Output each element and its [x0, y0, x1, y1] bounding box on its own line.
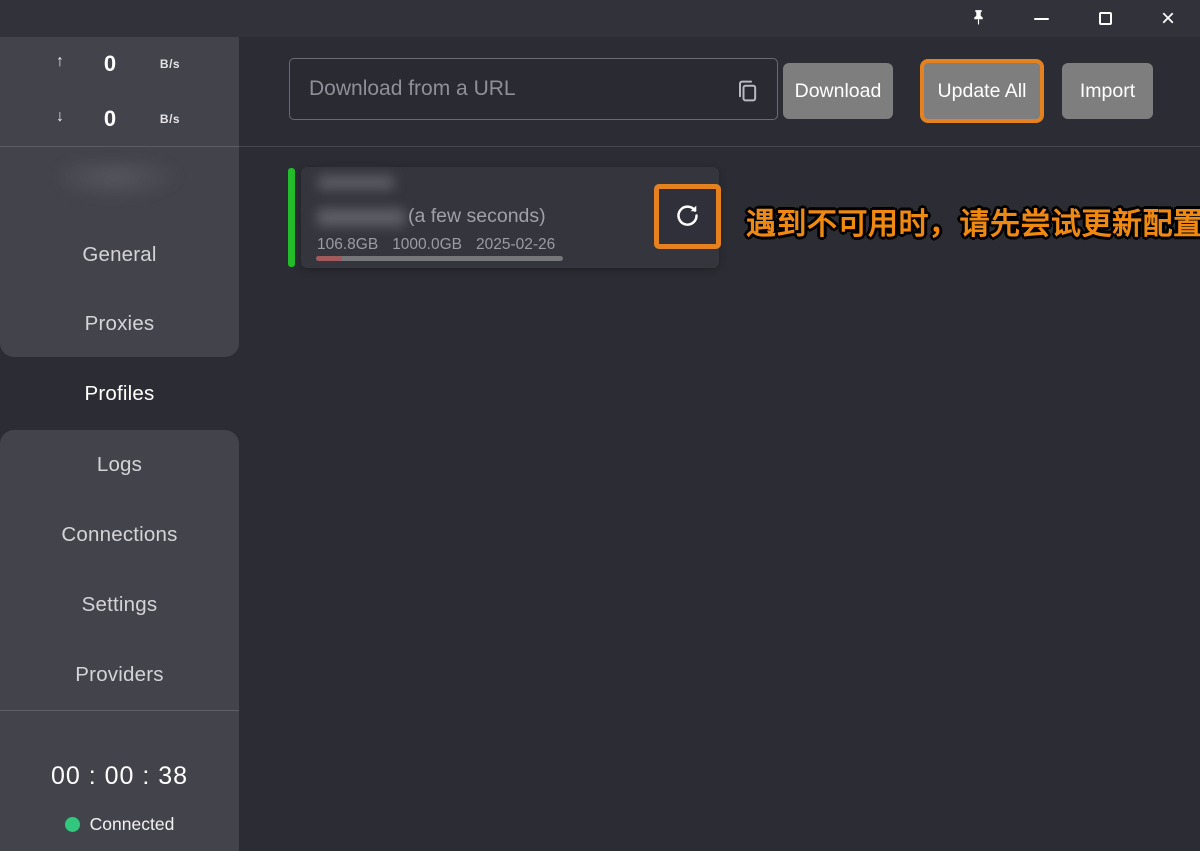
- uptime-timer: 00 : 00 : 38: [0, 762, 239, 791]
- profile-updated-text: (a few seconds): [408, 205, 546, 228]
- download-speed-value: 0: [86, 106, 134, 132]
- refresh-icon: [674, 202, 701, 232]
- sidebar-item-settings[interactable]: Settings: [0, 570, 239, 640]
- profile-progress-fill: [316, 256, 342, 261]
- minimize-icon: [1034, 18, 1049, 20]
- sidebar-item-proxies[interactable]: Proxies: [0, 289, 239, 359]
- sidebar-item-logs[interactable]: Logs: [0, 430, 239, 500]
- download-speed-unit: B/s: [148, 112, 192, 126]
- status-dot-icon: [65, 817, 80, 832]
- upload-speed-value: 0: [86, 51, 134, 77]
- upload-speed-unit: B/s: [148, 57, 192, 71]
- minimize-button[interactable]: [1019, 0, 1063, 37]
- profile-update-button[interactable]: [654, 184, 721, 249]
- sidebar-item-label: Providers: [75, 663, 163, 687]
- titlebar: ×: [0, 0, 1200, 37]
- sidebar-item-general[interactable]: General: [0, 220, 239, 290]
- sidebar-item-label: Profiles: [85, 382, 155, 406]
- url-input[interactable]: [289, 58, 778, 120]
- redacted-profile-subtitle: [317, 209, 405, 226]
- sidebar-item-providers[interactable]: Providers: [0, 640, 239, 710]
- profile-stats-row: 106.8GB 1000.0GB 2025-02-26: [317, 236, 555, 254]
- paste-from-clipboard-button[interactable]: [733, 77, 761, 105]
- pushpin-icon: [970, 8, 987, 30]
- profile-progress-track: [316, 256, 563, 261]
- maximize-button[interactable]: [1083, 0, 1127, 37]
- sidebar-item-label: Logs: [97, 453, 142, 477]
- update-all-button[interactable]: Update All: [920, 59, 1044, 123]
- header-divider: [0, 146, 1200, 147]
- sidebar-footer-divider: [0, 710, 239, 711]
- download-button[interactable]: Download: [783, 63, 893, 119]
- upload-speed-row: ↑ 0 B/s: [0, 51, 239, 77]
- profile-expire-date: 2025-02-26: [476, 236, 555, 254]
- copy-icon: [733, 92, 761, 109]
- import-button[interactable]: Import: [1062, 63, 1153, 119]
- redacted-app-logo: [58, 160, 184, 202]
- maximize-icon: [1099, 12, 1112, 25]
- sidebar-item-label: Connections: [61, 523, 177, 547]
- app-window: × ↑ 0 B/s ↓ 0 B/s General Proxies Profil…: [0, 0, 1200, 851]
- sidebar-item-profiles-selected[interactable]: Profiles: [0, 357, 239, 430]
- annotation-text: 遇到不可用时，请先尝试更新配置: [746, 199, 1196, 243]
- close-button[interactable]: ×: [1146, 0, 1190, 37]
- redacted-profile-name: [318, 176, 394, 189]
- download-arrow-icon: ↓: [48, 108, 72, 126]
- sidebar-item-label: Proxies: [85, 312, 155, 336]
- profile-total-traffic: 1000.0GB: [392, 236, 462, 254]
- sidebar-item-label: General: [82, 243, 156, 267]
- upload-arrow-icon: ↑: [48, 53, 72, 71]
- close-icon: ×: [1161, 7, 1175, 31]
- pin-window-button[interactable]: [956, 0, 1000, 37]
- download-speed-row: ↓ 0 B/s: [0, 106, 239, 132]
- status-label: Connected: [90, 814, 175, 835]
- sidebar-item-label: Settings: [82, 593, 158, 617]
- sidebar-item-connections[interactable]: Connections: [0, 500, 239, 570]
- connection-status: Connected: [0, 811, 239, 837]
- profile-accent-bar: [288, 168, 295, 267]
- profile-used-traffic: 106.8GB: [317, 236, 378, 254]
